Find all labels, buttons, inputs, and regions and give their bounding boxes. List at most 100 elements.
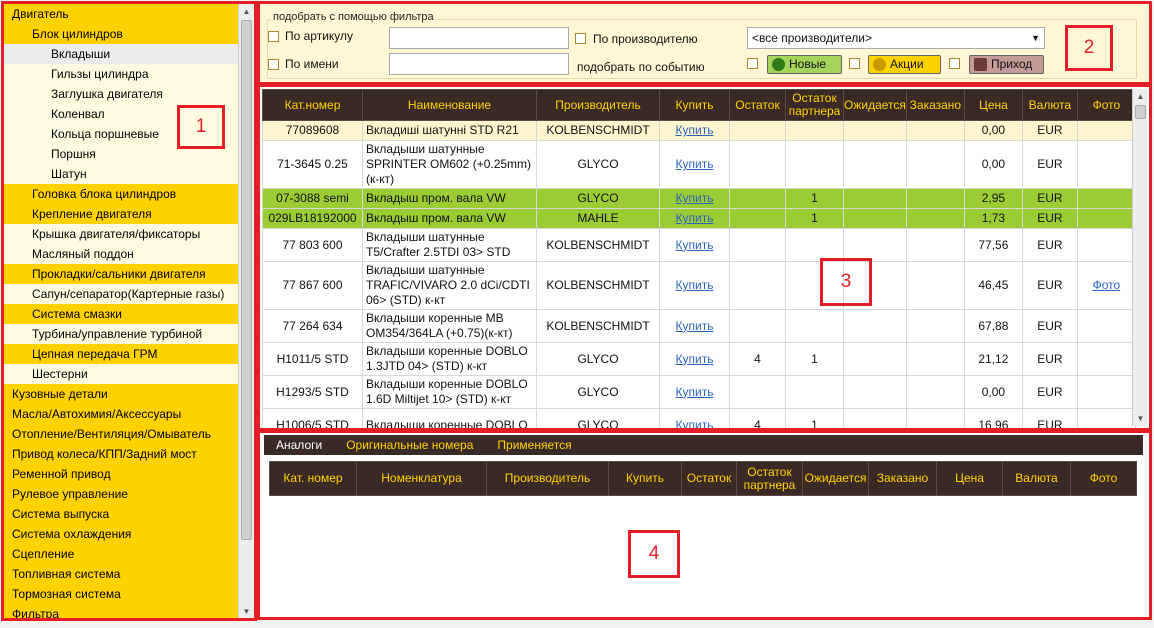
tree-item[interactable]: Рулевое управление xyxy=(4,484,238,504)
tree-item[interactable]: Крепление двигателя xyxy=(4,204,238,224)
column-header[interactable]: Фото xyxy=(1076,89,1136,121)
tree-item[interactable]: Сцепление xyxy=(4,544,238,564)
table-row[interactable]: H1011/5 STD Вкладыши коренные DOBLO 1.3JT… xyxy=(262,342,1136,376)
column-header[interactable]: Кат.номер xyxy=(262,89,363,121)
manufacturer-select[interactable]: <все производители> ▼ xyxy=(747,27,1045,49)
arrival-checkbox[interactable] xyxy=(949,58,960,69)
results-scrollbar[interactable]: ▲ ▼ xyxy=(1132,89,1147,426)
buy-link[interactable]: Купить xyxy=(676,238,714,252)
column-header[interactable]: Ожидается xyxy=(843,89,907,121)
table-row[interactable]: 77 867 600 Вкладыши шатунные TRAFIC/VIVAR… xyxy=(262,261,1136,310)
analogs-column-header[interactable]: Валюта xyxy=(1002,461,1071,496)
column-header[interactable]: Остаток xyxy=(729,89,786,121)
tree-item[interactable]: Вкладыши xyxy=(4,44,238,64)
table-row[interactable]: 77089608 Вкладиші шатунні STD R21 KOLBENSC… xyxy=(262,120,1136,141)
tree-item[interactable]: Кузовные детали xyxy=(4,384,238,404)
tree-item[interactable]: Масла/Автохимия/Аксессуары xyxy=(4,404,238,424)
tree-item[interactable]: Ременной привод xyxy=(4,464,238,484)
chevron-down-icon: ▼ xyxy=(1031,33,1040,43)
tree-item[interactable]: Заглушка двигателя xyxy=(4,84,238,104)
analogs-column-header[interactable]: Производитель xyxy=(486,461,609,496)
by-article-checkbox[interactable] xyxy=(268,31,279,42)
tree-item[interactable]: Прокладки/сальники двигателя xyxy=(4,264,238,284)
by-manufacturer-checkbox[interactable] xyxy=(575,33,586,44)
buy-link[interactable]: Купить xyxy=(676,211,714,225)
analogs-column-header[interactable]: Кат. номер xyxy=(269,461,357,496)
buy-link[interactable]: Купить xyxy=(676,418,714,430)
analogs-column-header[interactable]: Фото xyxy=(1070,461,1137,496)
analogs-column-header[interactable]: Номенклатура xyxy=(356,461,487,496)
analogs-column-header[interactable]: Купить xyxy=(608,461,682,496)
analogs-column-header[interactable]: Остаток партнера xyxy=(736,461,803,496)
analogs-column-header[interactable]: Заказано xyxy=(868,461,937,496)
tree-item[interactable]: Головка блока цилиндров xyxy=(4,184,238,204)
buy-link[interactable]: Купить xyxy=(676,123,714,137)
tab-2[interactable]: Применяется xyxy=(485,435,583,455)
analogs-column-header[interactable]: Ожидается xyxy=(802,461,869,496)
cell-stock xyxy=(729,208,786,229)
tab-0[interactable]: Аналоги xyxy=(264,435,334,455)
column-header[interactable]: Остаток партнера xyxy=(785,89,844,121)
annotation-number-3: 3 xyxy=(820,258,872,306)
tree-item[interactable]: Система выпуска xyxy=(4,504,238,524)
analogs-column-header[interactable]: Остаток xyxy=(681,461,737,496)
new-button[interactable]: Новые xyxy=(767,55,842,74)
column-header[interactable]: Заказано xyxy=(905,89,965,121)
cell-cat: 77 803 600 xyxy=(262,228,363,262)
buy-link[interactable]: Купить xyxy=(676,319,714,333)
tree-item[interactable]: Отопление/Вентиляция/Омыватель xyxy=(4,424,238,444)
table-row[interactable]: 07-3088 semi Вкладыш пром. вала VW GLYCO Ку… xyxy=(262,188,1136,209)
tree-item[interactable]: Масляный поддон xyxy=(4,244,238,264)
scroll-up-icon[interactable]: ▲ xyxy=(1133,89,1148,104)
name-input[interactable] xyxy=(389,53,569,75)
table-row[interactable]: H1006/5 STD Вкладыши коренные DOBLO GLYCO К… xyxy=(262,408,1136,430)
tree-scrollbar[interactable]: ▲ ▼ xyxy=(238,4,254,619)
buy-link[interactable]: Купить xyxy=(676,191,714,205)
scroll-thumb[interactable] xyxy=(241,20,252,540)
column-header[interactable]: Цена xyxy=(963,89,1023,121)
cell-buy: Купить xyxy=(659,208,730,229)
by-name-checkbox[interactable] xyxy=(268,59,279,70)
table-row[interactable]: H1293/5 STD Вкладыши коренные DOBLO 1.6D … xyxy=(262,375,1136,409)
tree-item[interactable]: Турбина/управление турбиной xyxy=(4,324,238,344)
scroll-down-icon[interactable]: ▼ xyxy=(239,604,254,619)
buy-link[interactable]: Купить xyxy=(676,352,714,366)
table-row[interactable]: 029LB18192000 Вкладыш пром. вала VW MAHLE К… xyxy=(262,208,1136,229)
promo-button[interactable]: Акции xyxy=(868,55,941,74)
column-header[interactable]: Купить xyxy=(659,89,730,121)
tree-item[interactable]: Блок цилиндров xyxy=(4,24,238,44)
column-header[interactable]: Производитель xyxy=(536,89,660,121)
tree-item[interactable]: Привод колеса/КПП/Задний мост xyxy=(4,444,238,464)
scroll-down-icon[interactable]: ▼ xyxy=(1133,411,1148,426)
tree-item[interactable]: Двигатель xyxy=(4,4,238,24)
cell-cur: EUR xyxy=(1021,309,1078,343)
scroll-up-icon[interactable]: ▲ xyxy=(239,4,254,19)
buy-link[interactable]: Купить xyxy=(676,385,714,399)
arrival-button[interactable]: Приход xyxy=(969,55,1044,74)
tree-item[interactable]: Шатун xyxy=(4,164,238,184)
table-row[interactable]: 77 264 634 Вкладыши коренные MB OM354/364… xyxy=(262,309,1136,343)
tab-1[interactable]: Оригинальные номера xyxy=(334,435,485,455)
column-header[interactable]: Наименование xyxy=(362,89,537,121)
tree-item[interactable]: Топливная система xyxy=(4,564,238,584)
table-row[interactable]: 77 803 600 Вкладыши шатунные T5/Crafter 2… xyxy=(262,228,1136,262)
buy-link[interactable]: Купить xyxy=(676,278,714,292)
tree-item[interactable]: Тормозная система xyxy=(4,584,238,604)
tree-item[interactable]: Гильзы цилиндра xyxy=(4,64,238,84)
tree-item[interactable]: Шестерни xyxy=(4,364,238,384)
scroll-thumb[interactable] xyxy=(1135,105,1146,119)
tree-item[interactable]: Фильтра xyxy=(4,604,238,619)
tree-item[interactable]: Система охлаждения xyxy=(4,524,238,544)
tree-item[interactable]: Крышка двигателя/фиксаторы xyxy=(4,224,238,244)
tree-item[interactable]: Сапун/сепаратор(Картерные газы) xyxy=(4,284,238,304)
column-header[interactable]: Валюта xyxy=(1021,89,1078,121)
new-checkbox[interactable] xyxy=(747,58,758,69)
promo-checkbox[interactable] xyxy=(849,58,860,69)
tree-item[interactable]: Цепная передача ГРМ xyxy=(4,344,238,364)
buy-link[interactable]: Купить xyxy=(676,157,714,171)
article-input[interactable] xyxy=(389,27,569,49)
analogs-column-header[interactable]: Цена xyxy=(936,461,1003,496)
table-row[interactable]: 71-3645 0.25 Вкладыши шатунные SPRINTER O… xyxy=(262,140,1136,189)
photo-link[interactable]: Фото xyxy=(1093,278,1121,292)
tree-item[interactable]: Система смазки xyxy=(4,304,238,324)
